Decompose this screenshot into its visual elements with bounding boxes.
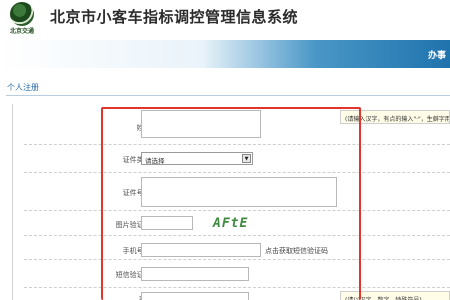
row-divider [24, 287, 450, 288]
name-input[interactable] [141, 110, 261, 138]
logo-emblem-icon [10, 2, 34, 26]
header: 北京交通 北京市小客车指标调控管理信息系统 [0, 0, 450, 40]
get-sms-code-link[interactable]: 点击获取短信验证码 [265, 246, 328, 256]
section-divider [6, 95, 450, 96]
id-number-input[interactable] [141, 177, 337, 207]
nav-bar: 办事 [0, 40, 450, 68]
site-title: 北京市小客车指标调控管理信息系统 [50, 8, 299, 26]
logo-text: 北京交通 [9, 28, 34, 35]
address-input[interactable] [141, 292, 249, 300]
name-tip: (请输入汉字，有点的输入"·"，生僻字用 [340, 110, 450, 124]
sms-code-input[interactable] [141, 267, 249, 281]
section-title: 个人注册 [7, 83, 39, 92]
nav-link-services[interactable]: 办事 [428, 48, 446, 61]
id-type-select[interactable]: 请选择 ▼ [141, 152, 253, 165]
id-type-selected-value: 请选择 [145, 157, 165, 165]
chevron-down-icon[interactable]: ▼ [242, 154, 251, 163]
captcha-image[interactable]: AFtE [213, 216, 259, 232]
beijing-transport-logo[interactable]: 北京交通 [4, 2, 40, 35]
phone-input[interactable] [141, 243, 261, 257]
address-tip: (请以汉字、数字、特殊符号) [340, 291, 450, 300]
captcha-input[interactable] [141, 216, 193, 230]
